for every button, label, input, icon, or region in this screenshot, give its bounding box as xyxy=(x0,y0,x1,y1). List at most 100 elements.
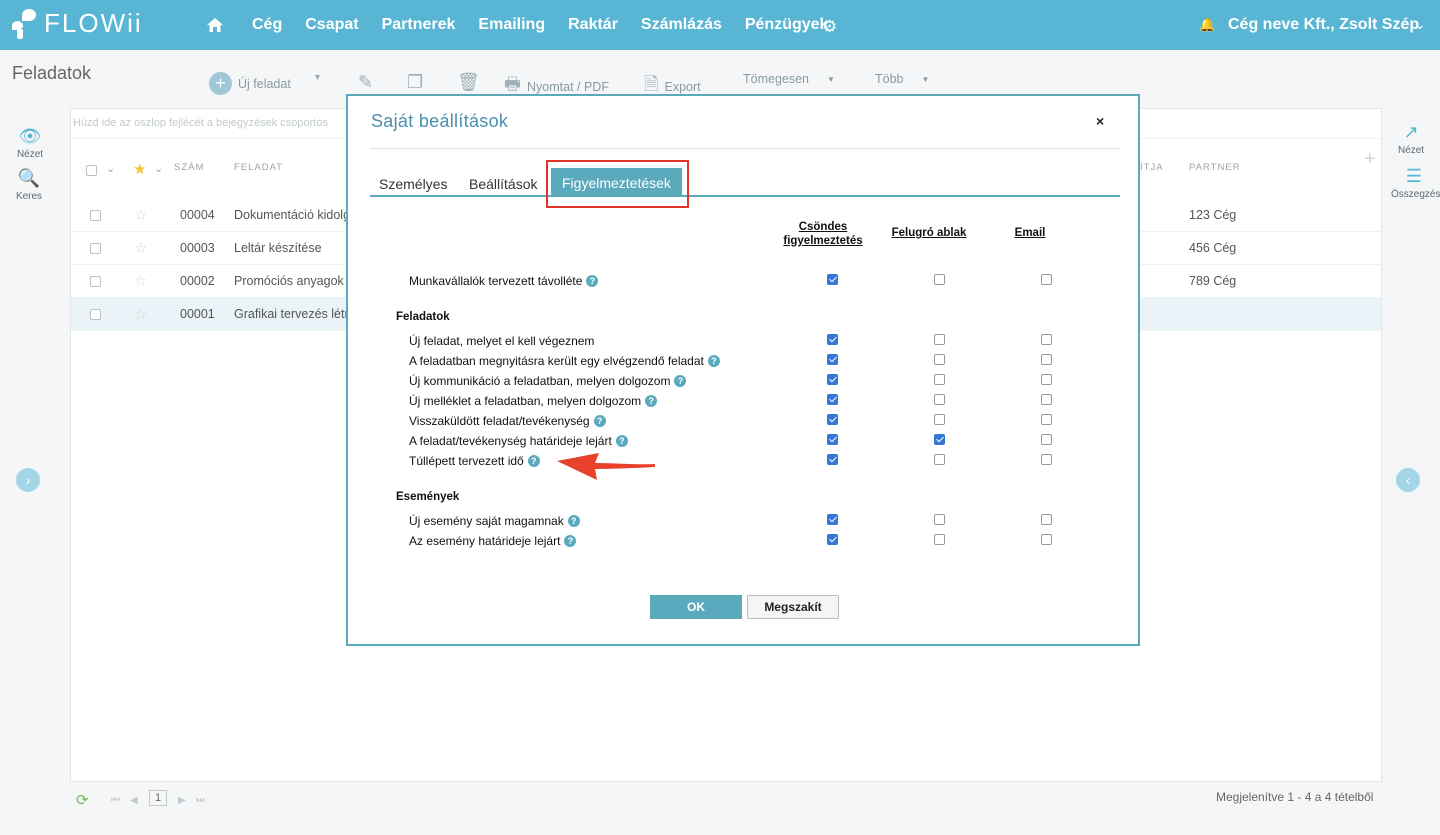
nav-item-raktar[interactable]: Raktár xyxy=(568,16,618,34)
home-icon[interactable] xyxy=(206,16,224,34)
help-icon[interactable]: ? xyxy=(527,455,540,467)
silent-checkbox[interactable] xyxy=(827,534,838,545)
help-icon[interactable]: ? xyxy=(707,355,720,367)
help-icon[interactable]: ? xyxy=(567,515,580,527)
email-checkbox[interactable] xyxy=(1041,394,1052,405)
email-checkbox[interactable] xyxy=(1041,274,1052,285)
silent-checkbox[interactable] xyxy=(827,514,838,525)
flowii-logo[interactable]: FLOWii xyxy=(12,8,143,39)
row-checkbox[interactable] xyxy=(90,210,101,221)
new-task-button[interactable]: + Új feladat xyxy=(209,72,291,95)
user-menu[interactable]: Cég neve Kft., Zsolt Szép xyxy=(1228,16,1419,34)
chevron-down-icon[interactable]: ⌄ xyxy=(1414,16,1426,33)
popup-checkbox[interactable] xyxy=(934,414,945,425)
chevron-down-icon[interactable]: ⌄ xyxy=(154,162,163,175)
gear-icon[interactable]: ⚙ xyxy=(822,17,837,37)
chevron-down-icon[interactable]: ⌄ xyxy=(106,162,115,175)
view-left-button[interactable]: 👁 Nézet xyxy=(10,126,50,160)
edit-button[interactable]: ✎ xyxy=(358,72,373,93)
ok-button[interactable]: OK xyxy=(650,595,742,619)
popup-checkbox[interactable] xyxy=(934,354,945,365)
silent-checkbox[interactable] xyxy=(827,434,838,445)
nav-item-csapat[interactable]: Csapat xyxy=(305,16,358,34)
email-checkbox[interactable] xyxy=(1041,534,1052,545)
group-by-hint[interactable]: Húzd ide az oszlop fejlécét a bejegyzése… xyxy=(73,117,328,129)
popup-checkbox[interactable] xyxy=(934,274,945,285)
help-icon[interactable]: ? xyxy=(645,395,658,407)
popup-checkbox[interactable] xyxy=(934,374,945,385)
column-header-partner[interactable]: PARTNER xyxy=(1189,162,1241,173)
row-task[interactable]: Dokumentáció kidolg xyxy=(234,208,350,222)
star-filled-icon[interactable]: ★ xyxy=(133,160,146,178)
row-checkbox[interactable] xyxy=(90,243,101,254)
help-icon[interactable]: ? xyxy=(564,535,577,547)
popup-checkbox[interactable] xyxy=(934,534,945,545)
nav-item-szamlazas[interactable]: Számlázás xyxy=(641,16,722,34)
email-checkbox[interactable] xyxy=(1041,514,1052,525)
next-page-icon[interactable]: ▶ xyxy=(178,795,186,806)
first-page-icon[interactable]: ⏮ xyxy=(111,795,120,806)
tab-settings[interactable]: Beállítások xyxy=(469,176,537,192)
expand-right-button[interactable]: ‹ xyxy=(1396,468,1420,492)
silent-checkbox[interactable] xyxy=(827,354,838,365)
nav-item-partnerek[interactable]: Partnerek xyxy=(382,16,456,34)
new-task-dropdown[interactable]: ▼ xyxy=(313,72,322,82)
more-dropdown[interactable]: Több ▼ xyxy=(875,72,929,86)
popup-checkbox[interactable] xyxy=(934,334,945,345)
cancel-button[interactable]: Megszakít xyxy=(747,595,839,619)
column-header-task[interactable]: FELADAT xyxy=(234,162,283,173)
email-checkbox[interactable] xyxy=(1041,374,1052,385)
help-icon[interactable]: ? xyxy=(615,435,628,447)
expand-left-button[interactable]: › xyxy=(16,468,40,492)
tab-personal[interactable]: Személyes xyxy=(379,176,447,192)
help-icon[interactable]: ? xyxy=(586,275,599,287)
star-outline-icon[interactable]: ☆ xyxy=(134,239,147,257)
row-task[interactable]: Leltár készítése xyxy=(234,241,322,255)
last-page-icon[interactable]: ⏭ xyxy=(196,795,205,806)
search-left-button[interactable]: 🔍 Keres xyxy=(9,168,49,202)
popup-checkbox[interactable] xyxy=(934,394,945,405)
row-task[interactable]: Grafikai tervezés létr xyxy=(234,307,349,321)
row-checkbox[interactable] xyxy=(90,276,101,287)
email-checkbox[interactable] xyxy=(1041,454,1052,465)
page-number[interactable]: 1 xyxy=(149,790,168,806)
help-icon[interactable]: ? xyxy=(674,375,687,387)
email-checkbox[interactable] xyxy=(1041,434,1052,445)
delete-button[interactable]: 🗑 xyxy=(457,72,480,93)
silent-checkbox[interactable] xyxy=(827,374,838,385)
pencil-icon: ✎ xyxy=(358,72,374,92)
nav-item-emailing[interactable]: Emailing xyxy=(478,16,545,34)
email-checkbox[interactable] xyxy=(1041,354,1052,365)
help-icon[interactable]: ? xyxy=(593,415,606,427)
silent-checkbox[interactable] xyxy=(827,394,838,405)
bell-icon[interactable]: 🔔 xyxy=(1199,17,1215,33)
settings-modal: Saját beállítások × Személyes Beállításo… xyxy=(346,94,1140,646)
prev-page-icon[interactable]: ◀ xyxy=(130,795,138,806)
popup-checkbox[interactable] xyxy=(934,434,945,445)
star-outline-icon[interactable]: ☆ xyxy=(134,206,147,224)
row-task[interactable]: Promóciós anyagok r xyxy=(234,274,351,288)
popup-checkbox[interactable] xyxy=(934,514,945,525)
silent-checkbox[interactable] xyxy=(827,414,838,425)
row-checkbox[interactable] xyxy=(90,309,101,320)
nav-item-penzugyek[interactable]: Pénzügyek xyxy=(745,16,829,34)
refresh-icon[interactable]: ⟳ xyxy=(76,791,89,809)
star-outline-icon[interactable]: ☆ xyxy=(134,305,147,323)
popup-checkbox[interactable] xyxy=(934,454,945,465)
column-header-owner[interactable]: ÍTJA xyxy=(1140,162,1164,173)
email-checkbox[interactable] xyxy=(1041,334,1052,345)
copy-button[interactable]: ❐ xyxy=(407,72,423,93)
add-column-icon[interactable]: + xyxy=(1364,148,1376,171)
view-right-button[interactable]: ↗ Nézet xyxy=(1391,122,1431,156)
silent-checkbox[interactable] xyxy=(827,334,838,345)
select-all-checkbox[interactable] xyxy=(86,165,97,176)
bulk-dropdown[interactable]: Tömegesen ▼ xyxy=(743,72,835,86)
nav-item-ceg[interactable]: Cég xyxy=(252,16,282,34)
silent-checkbox[interactable] xyxy=(827,454,838,465)
email-checkbox[interactable] xyxy=(1041,414,1052,425)
close-icon[interactable]: × xyxy=(1096,113,1104,129)
star-outline-icon[interactable]: ☆ xyxy=(134,272,147,290)
silent-checkbox[interactable] xyxy=(827,274,838,285)
column-header-number[interactable]: SZÁM xyxy=(174,162,204,173)
summary-right-button[interactable]: ☰ Összegzés xyxy=(1391,166,1440,200)
